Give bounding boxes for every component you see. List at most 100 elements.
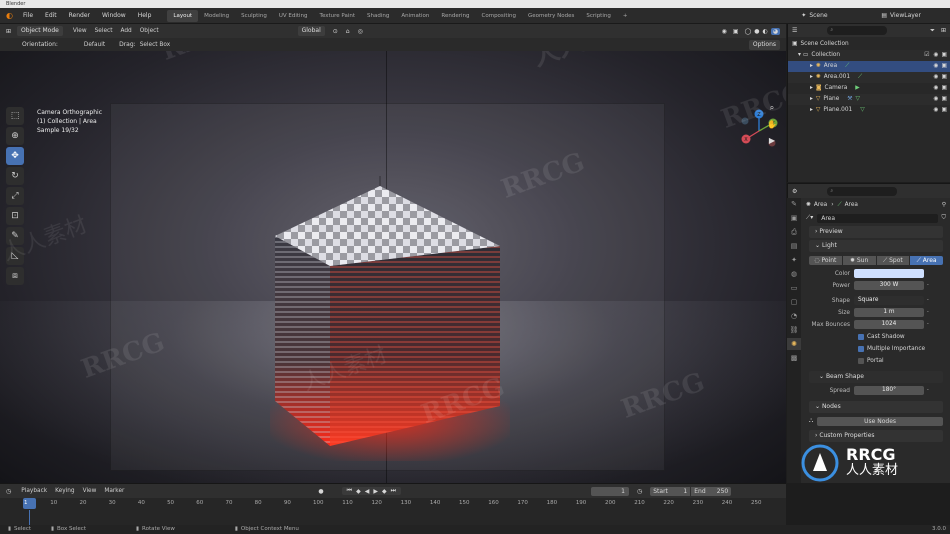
fake-user-shield-icon[interactable]: ⛉ — [941, 214, 946, 222]
properties-editor-icon[interactable]: ⚙ — [792, 188, 797, 195]
tab-scripting[interactable]: Scripting — [580, 10, 616, 22]
transform-orientation-selector[interactable]: Global — [297, 26, 325, 36]
outliner-item-area[interactable]: ▸ ✺ Area ⟋ ◉ ▣ — [788, 61, 950, 72]
next-keyframe-icon[interactable]: ◆ — [382, 488, 387, 495]
current-frame-field[interactable]: 1 — [590, 486, 629, 496]
orientation-selector[interactable]: Default — [80, 42, 109, 48]
light-panel-header[interactable]: ⌄ Light — [809, 240, 943, 252]
visibility-eye-icon[interactable]: ◉ — [933, 61, 938, 72]
texture-tab-icon[interactable]: ▩ — [787, 352, 801, 364]
tab-geometry-nodes[interactable]: Geometry Nodes — [522, 10, 580, 22]
menu-marker[interactable]: Marker — [100, 488, 128, 494]
render-camera-icon[interactable]: ▣ — [942, 72, 947, 83]
tab-layout[interactable]: Layout — [167, 9, 199, 22]
outliner-item-area-001[interactable]: ▸ ✺ Area.001 ⟋ ◉ ▣ — [788, 72, 950, 83]
transform-tool-icon[interactable]: ⊡ — [6, 207, 24, 225]
keyframe-dot-icon[interactable]: · — [927, 283, 929, 289]
shape-dropdown[interactable]: Square — [854, 296, 924, 305]
menu-select[interactable]: Select — [91, 28, 117, 34]
multiple-importance-checkbox[interactable] — [858, 345, 864, 352]
tool-tab-icon[interactable]: ✎ — [787, 198, 801, 210]
menu-edit[interactable]: Edit — [39, 12, 63, 19]
material-shading-icon[interactable]: ◐ — [763, 28, 768, 35]
rendered-shading-icon[interactable]: ◕ — [770, 27, 780, 35]
scale-tool-icon[interactable]: ⤢ — [6, 187, 24, 205]
world-tab-icon[interactable]: ◍ — [787, 268, 801, 280]
viewlayer-selector[interactable]: ViewLayer — [890, 12, 950, 19]
menu-keying[interactable]: Keying — [51, 488, 78, 494]
end-frame-field[interactable]: End 250 — [691, 486, 732, 496]
visibility-eye-icon[interactable]: ◉ — [933, 50, 938, 61]
tab-animation[interactable]: Animation — [395, 10, 435, 22]
keyframe-dot-icon[interactable]: · — [927, 322, 929, 328]
beam-shape-panel-header[interactable]: ⌄ Beam Shape — [809, 371, 943, 383]
light-type-sun[interactable]: ✹ Sun — [842, 255, 876, 265]
add-workspace-button[interactable]: + — [617, 10, 634, 22]
render-camera-icon[interactable]: ▣ — [942, 94, 947, 105]
output-tab-icon[interactable]: ⎙ — [787, 226, 801, 238]
prev-keyframe-icon[interactable]: ◆ — [356, 488, 361, 495]
pin-icon[interactable]: ⚲ — [942, 202, 946, 208]
render-camera-icon[interactable]: ▣ — [942, 50, 947, 61]
outliner-collection[interactable]: ▾ ▭ Collection ☑ ◉ ▣ — [788, 50, 950, 61]
add-cube-tool-icon[interactable]: ⧈ — [6, 267, 24, 285]
tab-texture-paint[interactable]: Texture Paint — [314, 10, 362, 22]
menu-window[interactable]: Window — [96, 12, 132, 19]
proportional-edit-icon[interactable]: ◎ — [358, 28, 363, 35]
scene-tab-icon[interactable]: ✦ — [787, 254, 801, 266]
record-icon[interactable]: ● — [318, 488, 323, 495]
tab-uv-editing[interactable]: UV Editing — [273, 10, 314, 22]
outliner-item-plane[interactable]: ▸ ▽ Plane ⚒ ▽ ◉ ▣ — [788, 94, 950, 105]
properties-search-input[interactable]: ⌕ — [827, 186, 898, 196]
snap-icon[interactable]: ⌂ — [346, 28, 350, 35]
start-frame-field[interactable]: Start 1 — [650, 486, 691, 496]
outliner-item-plane-001[interactable]: ▸ ▽ Plane.001 ▽ ◉ ▣ — [788, 105, 950, 116]
outliner-item-camera[interactable]: ▸ ◙ Camera ▶ ◉ ▣ — [788, 83, 950, 94]
light-type-spot[interactable]: ⟋ Spot — [876, 255, 910, 265]
menu-help[interactable]: Help — [132, 12, 158, 19]
jump-start-icon[interactable]: ⏮ — [347, 487, 352, 495]
visibility-eye-icon[interactable]: ◉ — [933, 105, 938, 116]
constraints-tab-icon[interactable]: ⛓ — [787, 324, 801, 336]
render-camera-icon[interactable]: ▣ — [942, 61, 947, 72]
move-tool-icon[interactable]: ✥ — [6, 147, 24, 165]
overlay-icon[interactable]: ◉ — [722, 28, 727, 35]
nodes-panel-header[interactable]: ⌄ Nodes — [809, 401, 943, 413]
light-type-point[interactable]: ◌ Point — [809, 255, 842, 265]
menu-view[interactable]: View — [79, 488, 101, 494]
visibility-eye-icon[interactable]: ◉ — [933, 83, 938, 94]
visibility-eye-icon[interactable]: ◉ — [933, 94, 938, 105]
max-bounces-field[interactable]: 1024 — [854, 320, 924, 329]
filter-icon[interactable]: ⏷ — [930, 27, 935, 35]
render-camera-icon[interactable]: ▣ — [942, 83, 947, 94]
view-layer-tab-icon[interactable]: ▤ — [787, 240, 801, 252]
xray-icon[interactable]: ▣ — [733, 28, 739, 35]
color-swatch[interactable] — [854, 269, 924, 278]
power-field[interactable]: 300 W — [854, 281, 924, 290]
cursor-tool-icon[interactable]: ⊕ — [6, 127, 24, 145]
light-data-tab-icon[interactable]: ✺ — [787, 338, 801, 350]
tab-modeling[interactable]: Modeling — [198, 10, 235, 22]
outliner-search-input[interactable]: ⌕ — [827, 26, 888, 35]
outliner-editor-icon[interactable]: ☰ — [792, 27, 797, 34]
clock-icon[interactable]: ◷ — [637, 488, 642, 495]
render-tab-icon[interactable]: ▣ — [787, 212, 801, 224]
drag-selector[interactable]: Select Box — [136, 42, 175, 48]
keyframe-dot-icon[interactable]: · — [927, 298, 929, 304]
object-tab-icon[interactable]: ▢ — [787, 296, 801, 308]
cast-shadow-row[interactable]: Cast Shadow — [806, 331, 946, 342]
select-tool-icon[interactable]: ⬚ — [6, 107, 24, 125]
menu-object[interactable]: Object — [136, 28, 163, 34]
cast-shadow-checkbox[interactable] — [858, 333, 864, 340]
portal-row[interactable]: Portal — [806, 355, 946, 366]
wireframe-shading-icon[interactable]: ◯ — [745, 28, 752, 35]
size-field[interactable]: 1 m — [854, 308, 924, 317]
solid-shading-icon[interactable]: ● — [754, 28, 759, 35]
timeline-editor-icon[interactable]: ◷ — [0, 488, 17, 495]
tab-rendering[interactable]: Rendering — [435, 10, 475, 22]
checkbox-icon[interactable]: ☑ — [924, 50, 929, 61]
keyframe-dot-icon[interactable]: · — [927, 310, 929, 316]
collection-tab-icon[interactable]: ▭ — [787, 282, 801, 294]
data-block-name-field[interactable]: Area — [817, 213, 939, 223]
portal-checkbox[interactable] — [858, 357, 864, 364]
